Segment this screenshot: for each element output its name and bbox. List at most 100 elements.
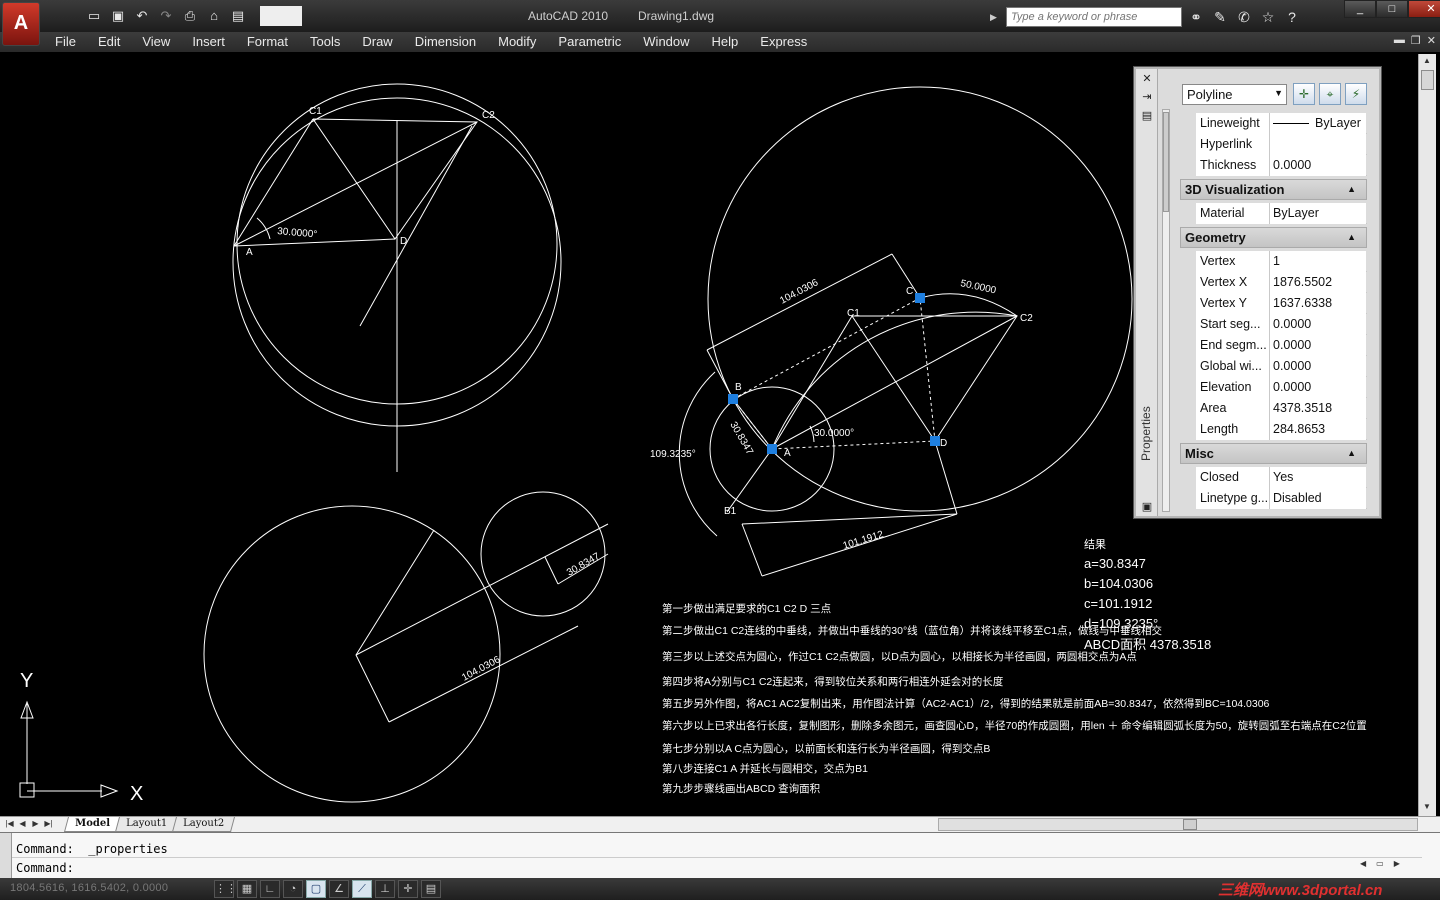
doc-restore-icon[interactable]: ❐ [1411, 34, 1421, 47]
menu-tools[interactable]: Tools [299, 32, 351, 52]
property-value[interactable]: ByLayer [1270, 113, 1366, 134]
horizontal-scroll-thumb[interactable] [1183, 819, 1197, 830]
property-value[interactable]: Disabled [1270, 488, 1366, 509]
scroll-thumb-icon[interactable]: ▭ [1376, 859, 1384, 875]
tab-layout1[interactable]: Layout1 [114, 817, 179, 832]
property-row[interactable]: Closed Yes [1180, 467, 1367, 488]
property-row[interactable]: Vertex Y 1637.6338 [1180, 293, 1367, 314]
scroll-down-icon[interactable]: ▼ [1423, 802, 1431, 811]
scroll-left-icon[interactable]: ◀ [1360, 859, 1366, 875]
search-input[interactable] [1006, 7, 1182, 27]
tab-prev-icon[interactable]: ◀ [17, 818, 28, 830]
property-value[interactable]: 284.8653 [1270, 419, 1366, 440]
property-value[interactable]: 0.0000 [1270, 377, 1366, 398]
toggle-pickadd-icon[interactable]: ✛ [1293, 83, 1315, 105]
tab-last-icon[interactable]: ▶| [43, 818, 54, 830]
menu-modify[interactable]: Modify [487, 32, 547, 52]
property-row[interactable]: Lineweight ByLayer [1180, 113, 1367, 134]
palette-close-icon[interactable]: ✕ [1140, 72, 1154, 86]
search-toggle-icon[interactable]: ▶ [990, 8, 1002, 26]
select-objects-icon[interactable]: ⌖ [1319, 83, 1341, 105]
favorites-star-icon[interactable]: ☆ [1258, 7, 1278, 27]
menu-draw[interactable]: Draw [351, 32, 403, 52]
quick-properties-icon[interactable]: ▤ [421, 880, 441, 898]
menu-express[interactable]: Express [749, 32, 818, 52]
palette-properties-icon[interactable]: ▤ [1140, 109, 1154, 123]
property-row[interactable]: Thickness 0.0000 [1180, 155, 1367, 176]
otrack-icon[interactable]: ∠ [329, 880, 349, 898]
property-value[interactable]: 1637.6338 [1270, 293, 1366, 314]
grid-icon[interactable]: ▦ [237, 880, 257, 898]
collapse-icon[interactable]: ▲ [1347, 180, 1356, 199]
property-value[interactable]: 0.0000 [1270, 155, 1366, 176]
menu-help[interactable]: Help [701, 32, 750, 52]
property-value[interactable]: Yes [1270, 467, 1366, 488]
polar-icon[interactable]: ◔ [283, 880, 303, 898]
application-menu-button[interactable]: A [2, 2, 40, 46]
property-value[interactable] [1270, 134, 1366, 155]
grip-c[interactable] [915, 293, 925, 303]
grip-d[interactable] [930, 436, 940, 446]
property-value[interactable]: 0.0000 [1270, 314, 1366, 335]
section-geometry[interactable]: Geometry ▲ [1180, 227, 1367, 248]
menu-window[interactable]: Window [632, 32, 700, 52]
property-row[interactable]: Material ByLayer [1180, 203, 1367, 224]
property-value[interactable]: 4378.3518 [1270, 398, 1366, 419]
menu-edit[interactable]: Edit [87, 32, 131, 52]
vertical-scrollbar[interactable]: ▲ ▼ [1418, 54, 1436, 816]
minimize-button[interactable]: _ [1344, 0, 1376, 18]
vertical-scroll-thumb[interactable] [1421, 70, 1434, 90]
ducs-icon[interactable]: ⟋ [352, 880, 372, 898]
scroll-right-icon[interactable]: ▶ [1394, 859, 1400, 875]
section-3d-visualization[interactable]: 3D Visualization ▲ [1180, 179, 1367, 200]
menu-view[interactable]: View [131, 32, 181, 52]
snap-icon[interactable]: ⋮⋮ [214, 880, 237, 898]
grip-b[interactable] [728, 394, 738, 404]
command-input[interactable]: Command: [16, 861, 74, 875]
property-row[interactable]: Linetype g... Disabled [1180, 488, 1367, 509]
help-icon[interactable]: ? [1282, 7, 1302, 27]
property-value[interactable]: 0.0000 [1270, 356, 1366, 377]
communication-icon[interactable]: ✆ [1234, 7, 1254, 27]
redo-icon[interactable]: ↷ [156, 6, 176, 26]
property-row[interactable]: Start seg... 0.0000 [1180, 314, 1367, 335]
lineweight-icon[interactable]: ✛ [398, 880, 418, 898]
property-value[interactable]: ByLayer [1270, 203, 1366, 224]
binoculars-icon[interactable]: ⚭ [1186, 7, 1206, 27]
print-icon[interactable]: ⎙ [180, 6, 200, 26]
tab-first-icon[interactable]: |◀ [4, 818, 15, 830]
property-row[interactable]: Area 4378.3518 [1180, 398, 1367, 419]
property-row[interactable]: Hyperlink [1180, 134, 1367, 155]
command-window-grip[interactable] [0, 833, 12, 879]
menu-parametric[interactable]: Parametric [547, 32, 632, 52]
menu-format[interactable]: Format [236, 32, 299, 52]
property-row[interactable]: Vertex 1 [1180, 251, 1367, 272]
collapse-icon[interactable]: ▲ [1347, 444, 1356, 463]
undo-icon[interactable]: ↶ [132, 6, 152, 26]
osnap-icon[interactable]: ▢ [306, 880, 326, 898]
property-value[interactable]: 0.0000 [1270, 335, 1366, 356]
tab-next-icon[interactable]: ▶ [30, 818, 41, 830]
section-misc[interactable]: Misc ▲ [1180, 443, 1367, 464]
object-type-select[interactable]: Polyline ▼ [1182, 84, 1287, 105]
palette-menu-icon[interactable]: ▣ [1140, 500, 1154, 514]
qat-field[interactable] [260, 6, 302, 26]
workspace-icon[interactable]: ▤ [228, 6, 248, 26]
menu-file[interactable]: File [44, 32, 87, 52]
command-scrollbar[interactable]: ◀ ▭ ▶ [1360, 859, 1420, 875]
maximize-button[interactable]: □ [1376, 0, 1408, 18]
save-icon[interactable]: ▣ [108, 6, 128, 26]
doc-close-icon[interactable]: ✕ [1427, 34, 1436, 47]
menu-insert[interactable]: Insert [181, 32, 236, 52]
dyn-icon[interactable]: ⊥ [375, 880, 395, 898]
new-file-icon[interactable]: ▭ [84, 6, 104, 26]
property-value[interactable]: 1876.5502 [1270, 272, 1366, 293]
property-row[interactable]: Elevation 0.0000 [1180, 377, 1367, 398]
scroll-up-icon[interactable]: ▲ [1423, 56, 1431, 65]
doc-minimize-icon[interactable]: ▬ [1394, 34, 1405, 47]
palette-scroll-thumb[interactable] [1163, 112, 1169, 212]
property-row[interactable]: Global wi... 0.0000 [1180, 356, 1367, 377]
palette-scrollbar[interactable] [1162, 109, 1170, 512]
tab-model[interactable]: Model [63, 817, 121, 832]
open-icon[interactable]: ⌂ [204, 6, 224, 26]
